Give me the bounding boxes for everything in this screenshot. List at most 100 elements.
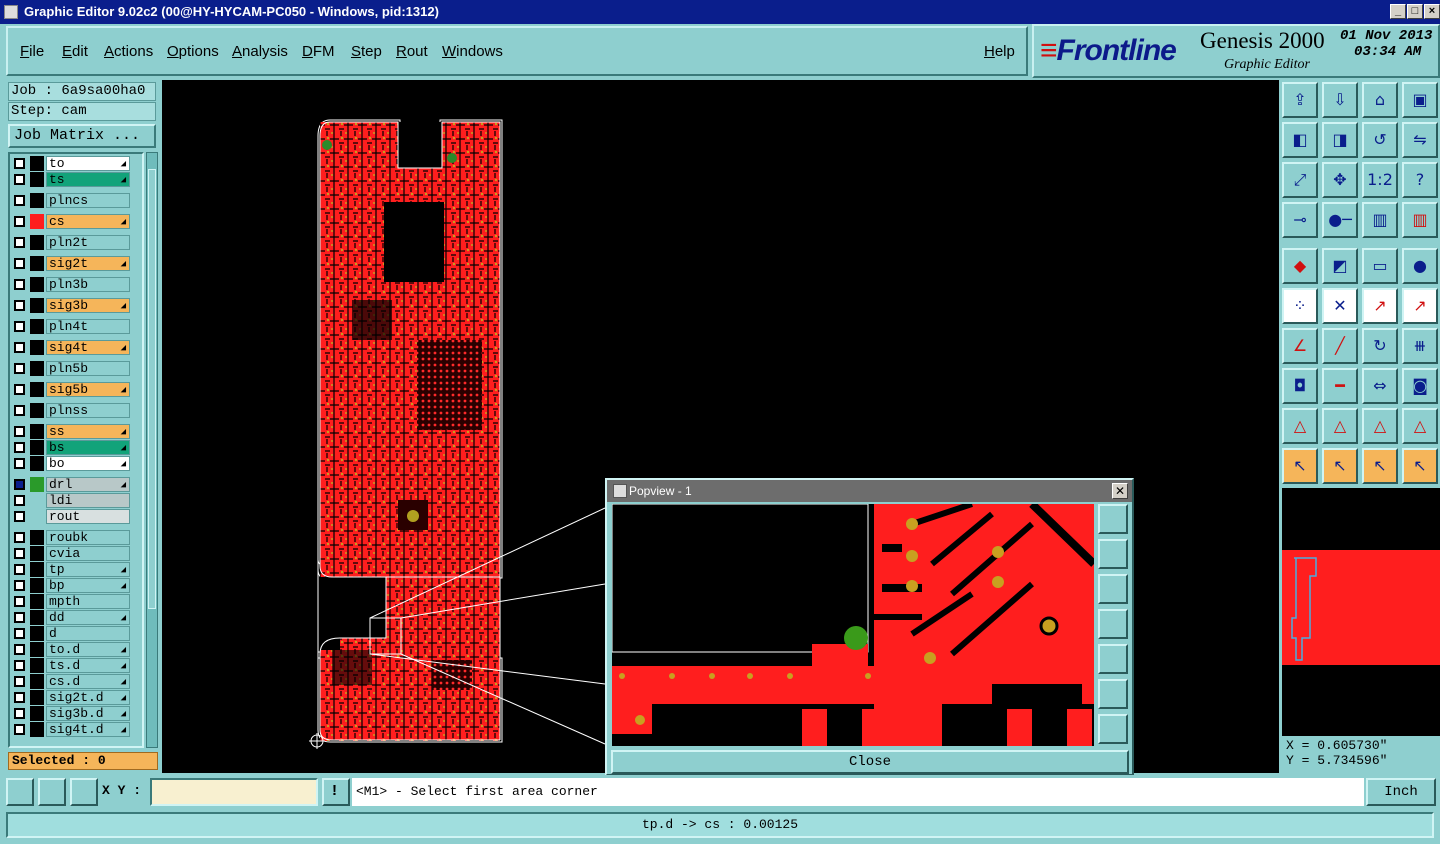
close-window-button[interactable]: × bbox=[1424, 4, 1440, 19]
layer-row-sig4t-d[interactable]: sig4t.d ◢ bbox=[12, 722, 130, 737]
layer-name[interactable]: cs ◢ bbox=[46, 214, 130, 229]
layer-row-sig3b-d[interactable]: sig3b.d ◢ bbox=[12, 706, 130, 721]
redo-icon[interactable]: ⇋ bbox=[1402, 122, 1438, 158]
pad-swap-icon[interactable]: ◘ bbox=[1282, 368, 1318, 404]
layer-color-swatch[interactable] bbox=[30, 214, 44, 229]
popview-zoom-in-icon[interactable] bbox=[1098, 679, 1128, 709]
menu-analysis[interactable]: Analysis bbox=[232, 43, 288, 60]
units-selector[interactable]: Inch bbox=[1366, 778, 1436, 806]
layer-row-cs[interactable]: cs ◢ bbox=[12, 214, 130, 229]
layer-checkbox[interactable] bbox=[14, 363, 25, 374]
layer-name[interactable]: ss ◢ bbox=[46, 424, 130, 439]
layer-name[interactable]: sig4t.d ◢ bbox=[46, 722, 130, 737]
layer-color-swatch[interactable] bbox=[30, 277, 44, 292]
home-icon[interactable]: ⌂ bbox=[1362, 82, 1398, 118]
line-cut-icon[interactable]: ━ bbox=[1322, 368, 1358, 404]
select-box-icon[interactable]: ↖ bbox=[1322, 448, 1358, 484]
menu-rout[interactable]: Rout bbox=[396, 43, 428, 60]
xy-input[interactable] bbox=[150, 778, 318, 806]
layer-color-swatch[interactable] bbox=[30, 382, 44, 397]
popview-up-icon[interactable] bbox=[1098, 539, 1128, 569]
next-icon[interactable]: ◨ bbox=[1322, 122, 1358, 158]
grid-icon[interactable] bbox=[70, 778, 98, 806]
layer-checkbox[interactable] bbox=[14, 596, 25, 607]
open-step-icon[interactable]: ⇪ bbox=[1282, 82, 1318, 118]
layer-color-swatch[interactable] bbox=[30, 193, 44, 208]
layer-checkbox[interactable] bbox=[14, 384, 25, 395]
ruler-icon[interactable]: ▭ bbox=[1362, 248, 1398, 284]
layer-row-bs[interactable]: bs ◢ bbox=[12, 440, 130, 455]
triangle-d-icon[interactable]: △ bbox=[1402, 408, 1438, 444]
layer-red-icon[interactable]: ▥ bbox=[1362, 202, 1398, 238]
layer-row-pln5b[interactable]: pln5b bbox=[12, 361, 130, 376]
layer-row-rout[interactable]: rout bbox=[12, 509, 130, 524]
layer-row-plnss[interactable]: plnss bbox=[12, 403, 130, 418]
layer-row-pln2t[interactable]: pln2t bbox=[12, 235, 130, 250]
pad-icon[interactable]: ◆ bbox=[1282, 248, 1318, 284]
text-f-icon[interactable]: ⧻ bbox=[1402, 328, 1438, 364]
layer-name[interactable]: roubk bbox=[46, 530, 130, 545]
maximize-button[interactable]: □ bbox=[1407, 4, 1423, 19]
layer-row-roubk[interactable]: roubk bbox=[12, 530, 130, 545]
popview-down-icon[interactable] bbox=[1098, 574, 1128, 604]
pin-icon[interactable]: ●─ bbox=[1322, 202, 1358, 238]
triangle-c-icon[interactable]: △ bbox=[1362, 408, 1398, 444]
layer-name[interactable]: cvia bbox=[46, 546, 130, 561]
layer-row-bp[interactable]: bp ◢ bbox=[12, 578, 130, 593]
layer-name[interactable]: ts ◢ bbox=[46, 172, 130, 187]
layer-checkbox[interactable] bbox=[14, 580, 25, 591]
measure-icon[interactable] bbox=[38, 778, 66, 806]
save-icon[interactable]: ⇩ bbox=[1322, 82, 1358, 118]
layer-name[interactable]: d bbox=[46, 626, 130, 641]
layer-color-swatch[interactable] bbox=[30, 493, 44, 508]
layer-name[interactable]: sig2t.d ◢ bbox=[46, 690, 130, 705]
menu-edit[interactable]: Edit bbox=[62, 43, 88, 60]
overview-map[interactable] bbox=[1282, 488, 1440, 740]
layer-color-swatch[interactable] bbox=[30, 530, 44, 545]
layer-name[interactable]: ldi bbox=[46, 493, 130, 508]
help-icon[interactable]: ? bbox=[1402, 162, 1438, 198]
arc-icon[interactable]: ↻ bbox=[1362, 328, 1398, 364]
layer-name[interactable]: pln4t bbox=[46, 319, 130, 334]
snap-icon[interactable] bbox=[6, 778, 34, 806]
slash-icon[interactable]: ◩ bbox=[1322, 248, 1358, 284]
dot-icon[interactable]: ● bbox=[1402, 248, 1438, 284]
layer-color-swatch[interactable] bbox=[30, 424, 44, 439]
layer-checkbox[interactable] bbox=[14, 216, 25, 227]
popview-close-icon[interactable]: ✕ bbox=[1112, 483, 1128, 499]
layer-row-ts-d[interactable]: ts.d ◢ bbox=[12, 658, 130, 673]
layer-name[interactable]: plncs bbox=[46, 193, 130, 208]
layer-row-cvia[interactable]: cvia bbox=[12, 546, 130, 561]
angle-icon[interactable]: ∠ bbox=[1282, 328, 1318, 364]
job-matrix-button[interactable]: Job Matrix ... bbox=[8, 124, 156, 148]
layer-row-plncs[interactable]: plncs bbox=[12, 193, 130, 208]
layer-name[interactable]: drl ◢ bbox=[46, 477, 130, 492]
layer-blue-icon[interactable]: ▥ bbox=[1402, 202, 1438, 238]
layer-checkbox[interactable] bbox=[14, 511, 25, 522]
select-path-icon[interactable]: ↖ bbox=[1402, 448, 1438, 484]
layer-color-swatch[interactable] bbox=[30, 594, 44, 609]
layer-row-pln3b[interactable]: pln3b bbox=[12, 277, 130, 292]
menu-help[interactable]: Help bbox=[984, 43, 1015, 60]
fit-all-icon[interactable]: ⤢ bbox=[1282, 162, 1318, 198]
menu-windows[interactable]: Windows bbox=[442, 43, 503, 60]
layer-row-pln4t[interactable]: pln4t bbox=[12, 319, 130, 334]
connect-icon[interactable]: ⁘ bbox=[1282, 288, 1318, 324]
select-arrow-icon[interactable]: ↖ bbox=[1282, 448, 1318, 484]
layer-row-ldi[interactable]: ldi bbox=[12, 493, 130, 508]
cross-icon[interactable]: ✕ bbox=[1322, 288, 1358, 324]
layer-checkbox[interactable] bbox=[14, 342, 25, 353]
node-pair-icon[interactable]: ↗ bbox=[1402, 288, 1438, 324]
layer-name[interactable]: sig2t ◢ bbox=[46, 256, 130, 271]
layer-checkbox[interactable] bbox=[14, 279, 25, 290]
layer-color-swatch[interactable] bbox=[30, 546, 44, 561]
layer-checkbox[interactable] bbox=[14, 300, 25, 311]
layer-checkbox[interactable] bbox=[14, 564, 25, 575]
layer-color-swatch[interactable] bbox=[30, 626, 44, 641]
layer-row-sig2t[interactable]: sig2t ◢ bbox=[12, 256, 130, 271]
layer-checkbox[interactable] bbox=[14, 442, 25, 453]
layer-checkbox[interactable] bbox=[14, 426, 25, 437]
layer-checkbox[interactable] bbox=[14, 612, 25, 623]
layer-checkbox[interactable] bbox=[14, 258, 25, 269]
triangle-b-icon[interactable]: △ bbox=[1322, 408, 1358, 444]
